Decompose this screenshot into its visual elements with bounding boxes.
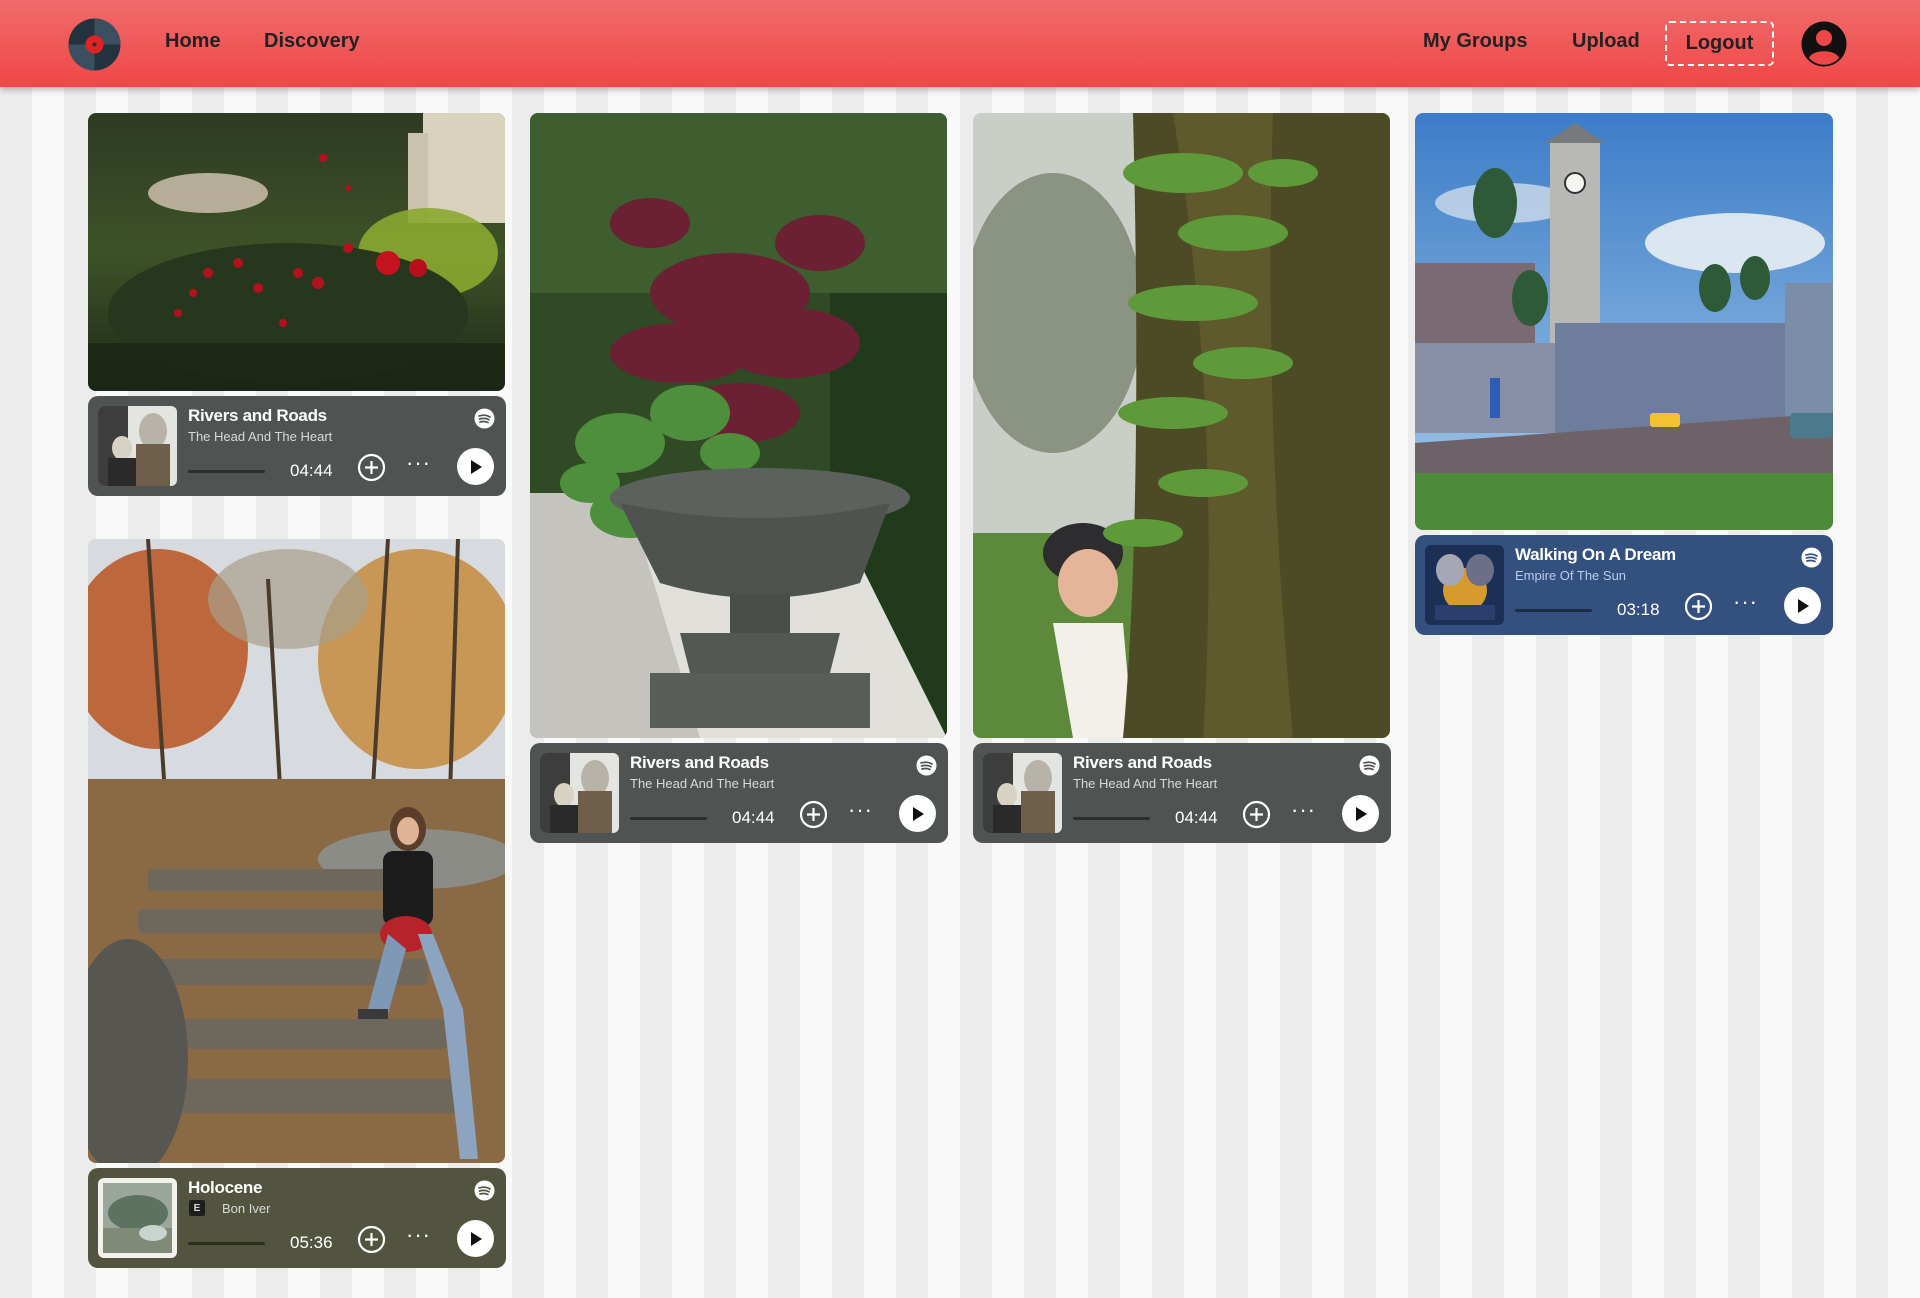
plus-circle-icon[interactable] — [357, 453, 386, 482]
album-cover — [1425, 545, 1504, 625]
plant-in-iron-urn-image — [530, 113, 947, 738]
song-player: Rivers and Roads The Head And The Heart … — [88, 396, 506, 496]
song-duration: 04:44 — [290, 461, 333, 480]
post-photo-roses[interactable] — [88, 113, 505, 391]
spotify-icon[interactable] — [474, 1180, 495, 1201]
album-cover — [98, 406, 177, 486]
song-artist: The Head And The Heart — [630, 776, 775, 791]
album-cover — [540, 753, 619, 833]
song-title: Rivers and Roads — [1073, 753, 1212, 772]
post-photo-hiker[interactable] — [88, 539, 505, 1163]
spotify-icon[interactable] — [1359, 755, 1380, 776]
spotify-icon[interactable] — [916, 755, 937, 776]
song-title: Walking On A Dream — [1515, 545, 1676, 564]
progress-track[interactable] — [630, 817, 707, 820]
play-button[interactable] — [457, 1220, 494, 1257]
song-artist: Empire Of The Sun — [1515, 568, 1627, 583]
play-icon — [1355, 806, 1367, 821]
album-cover — [983, 753, 1062, 833]
plus-circle-icon[interactable] — [1684, 592, 1713, 621]
song-player: Rivers and Roads The Head And The Heart … — [973, 743, 1391, 843]
play-icon — [912, 806, 924, 821]
ellipsis-icon[interactable]: ··· — [1291, 799, 1316, 821]
progress-track[interactable] — [188, 470, 265, 473]
song-artist: The Head And The Heart — [188, 429, 333, 444]
nav-home-link[interactable]: Home — [165, 30, 221, 53]
game-town-clock-tower-image — [1415, 113, 1833, 530]
song-title: Rivers and Roads — [630, 753, 769, 772]
progress-track[interactable] — [188, 1242, 265, 1245]
play-button[interactable] — [457, 448, 494, 485]
explicit-badge: E — [189, 1200, 205, 1216]
ellipsis-icon[interactable]: ··· — [406, 1224, 431, 1246]
progress-track[interactable] — [1073, 817, 1150, 820]
song-duration: 03:18 — [1617, 600, 1660, 619]
plus-circle-icon[interactable] — [357, 1225, 386, 1254]
plus-circle-icon[interactable] — [1242, 800, 1271, 829]
album-cover-art — [983, 753, 1062, 833]
hiker-on-stone-steps-image — [88, 539, 505, 1163]
post-photo-tree[interactable] — [973, 113, 1390, 738]
play-icon — [470, 1231, 482, 1246]
album-cover-art — [98, 406, 177, 486]
nav-my-groups-link[interactable]: My Groups — [1423, 30, 1527, 53]
song-artist: The Head And The Heart — [1073, 776, 1218, 791]
song-title: Rivers and Roads — [188, 406, 327, 425]
album-cover-art — [98, 1178, 177, 1258]
spotify-icon[interactable] — [1801, 547, 1822, 568]
song-player: Holocene E Bon Iver 05:36 ··· — [88, 1168, 506, 1268]
play-button[interactable] — [1342, 795, 1379, 832]
album-cover — [98, 1178, 177, 1258]
song-title: Holocene — [188, 1178, 263, 1197]
song-duration: 05:36 — [290, 1233, 333, 1252]
song-duration: 04:44 — [1175, 808, 1218, 827]
top-navbar: Home Discovery My Groups Upload Logout — [0, 0, 1920, 87]
spotify-icon[interactable] — [474, 408, 495, 429]
song-player: Rivers and Roads The Head And The Heart … — [530, 743, 948, 843]
nav-discovery-link[interactable]: Discovery — [264, 30, 360, 53]
ellipsis-icon[interactable]: ··· — [848, 799, 873, 821]
play-icon — [1797, 598, 1809, 613]
ellipsis-icon[interactable]: ··· — [1733, 591, 1758, 613]
play-icon — [470, 459, 482, 474]
album-cover-art — [540, 753, 619, 833]
woman-behind-mossy-tree-image — [973, 113, 1390, 738]
ellipsis-icon[interactable]: ··· — [406, 452, 431, 474]
vinyl-record-icon[interactable] — [68, 18, 121, 71]
song-artist: Bon Iver — [222, 1201, 271, 1216]
nav-upload-link[interactable]: Upload — [1572, 30, 1640, 53]
song-duration: 04:44 — [732, 808, 775, 827]
red-roses-garden-image — [88, 113, 505, 391]
play-button[interactable] — [899, 795, 936, 832]
user-avatar-icon[interactable] — [1801, 21, 1847, 67]
post-photo-clock-tower[interactable] — [1415, 113, 1833, 530]
plus-circle-icon[interactable] — [799, 800, 828, 829]
progress-track[interactable] — [1515, 609, 1592, 612]
play-button[interactable] — [1784, 587, 1821, 624]
post-photo-urn[interactable] — [530, 113, 947, 738]
album-cover-art — [1425, 545, 1504, 625]
song-player: Walking On A Dream Empire Of The Sun 03:… — [1415, 535, 1833, 635]
logout-button[interactable]: Logout — [1665, 21, 1774, 66]
